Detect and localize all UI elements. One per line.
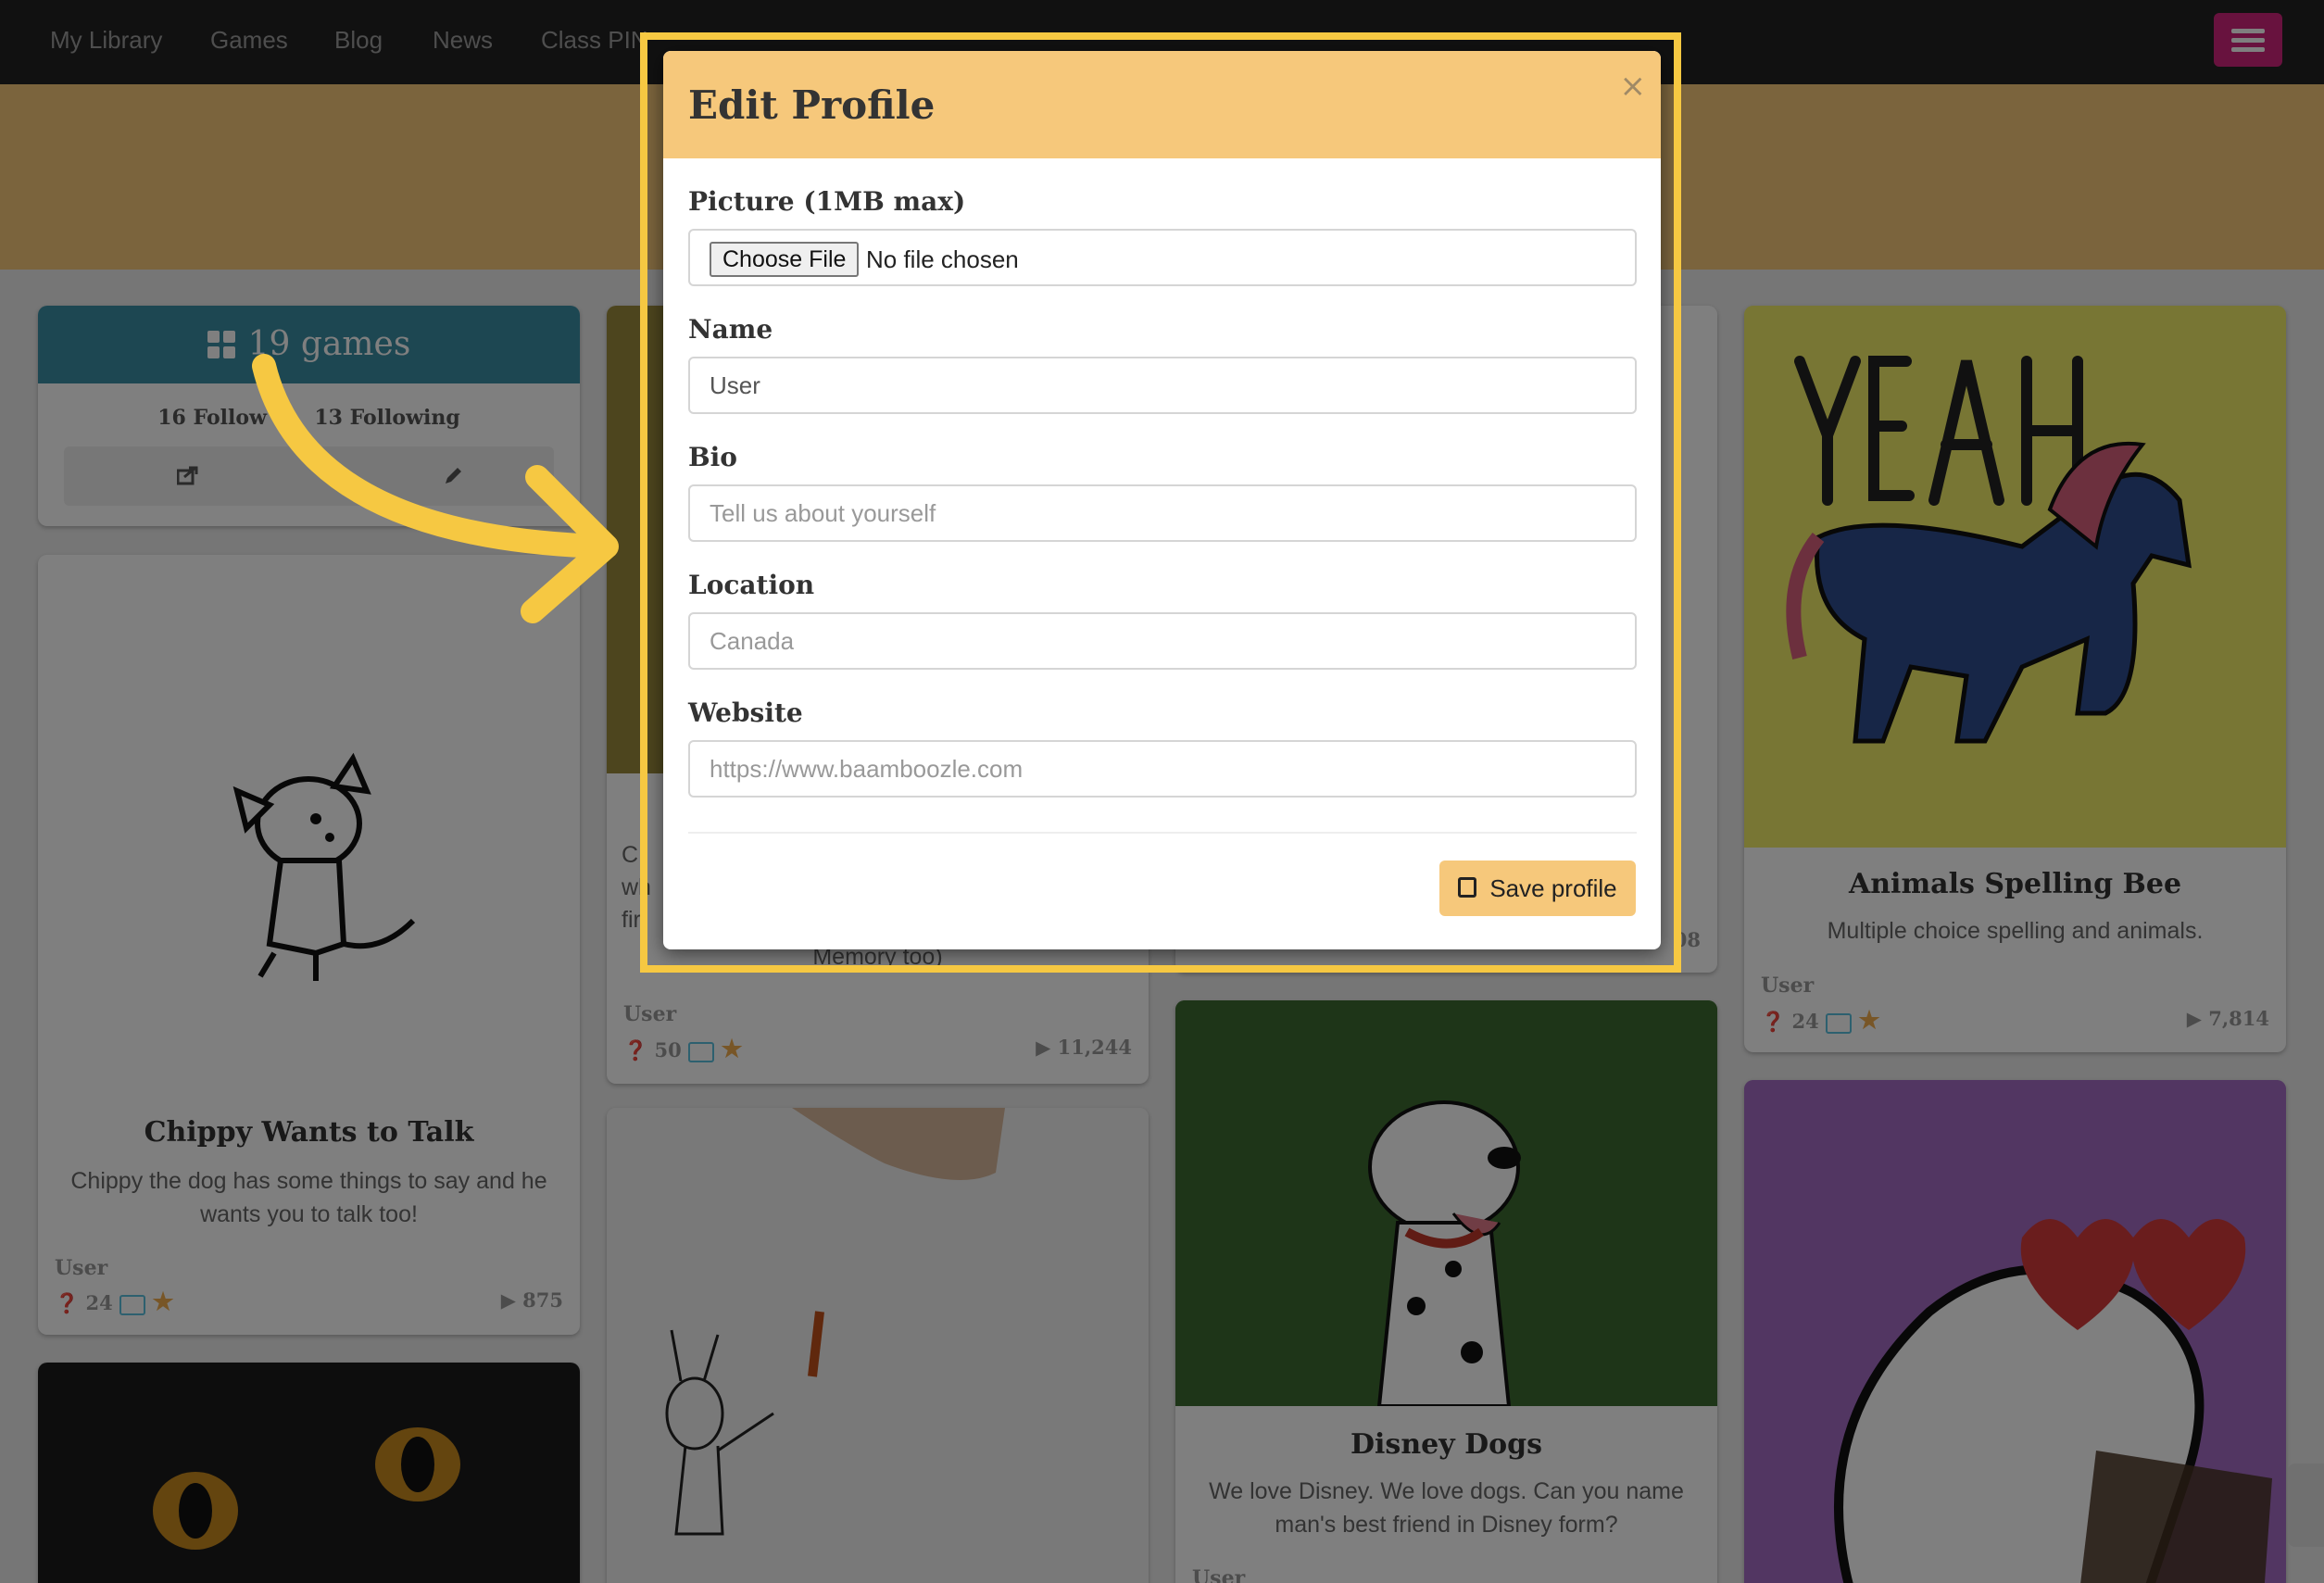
highlight-frame (640, 32, 1681, 973)
callout-arrow-icon (252, 354, 619, 623)
